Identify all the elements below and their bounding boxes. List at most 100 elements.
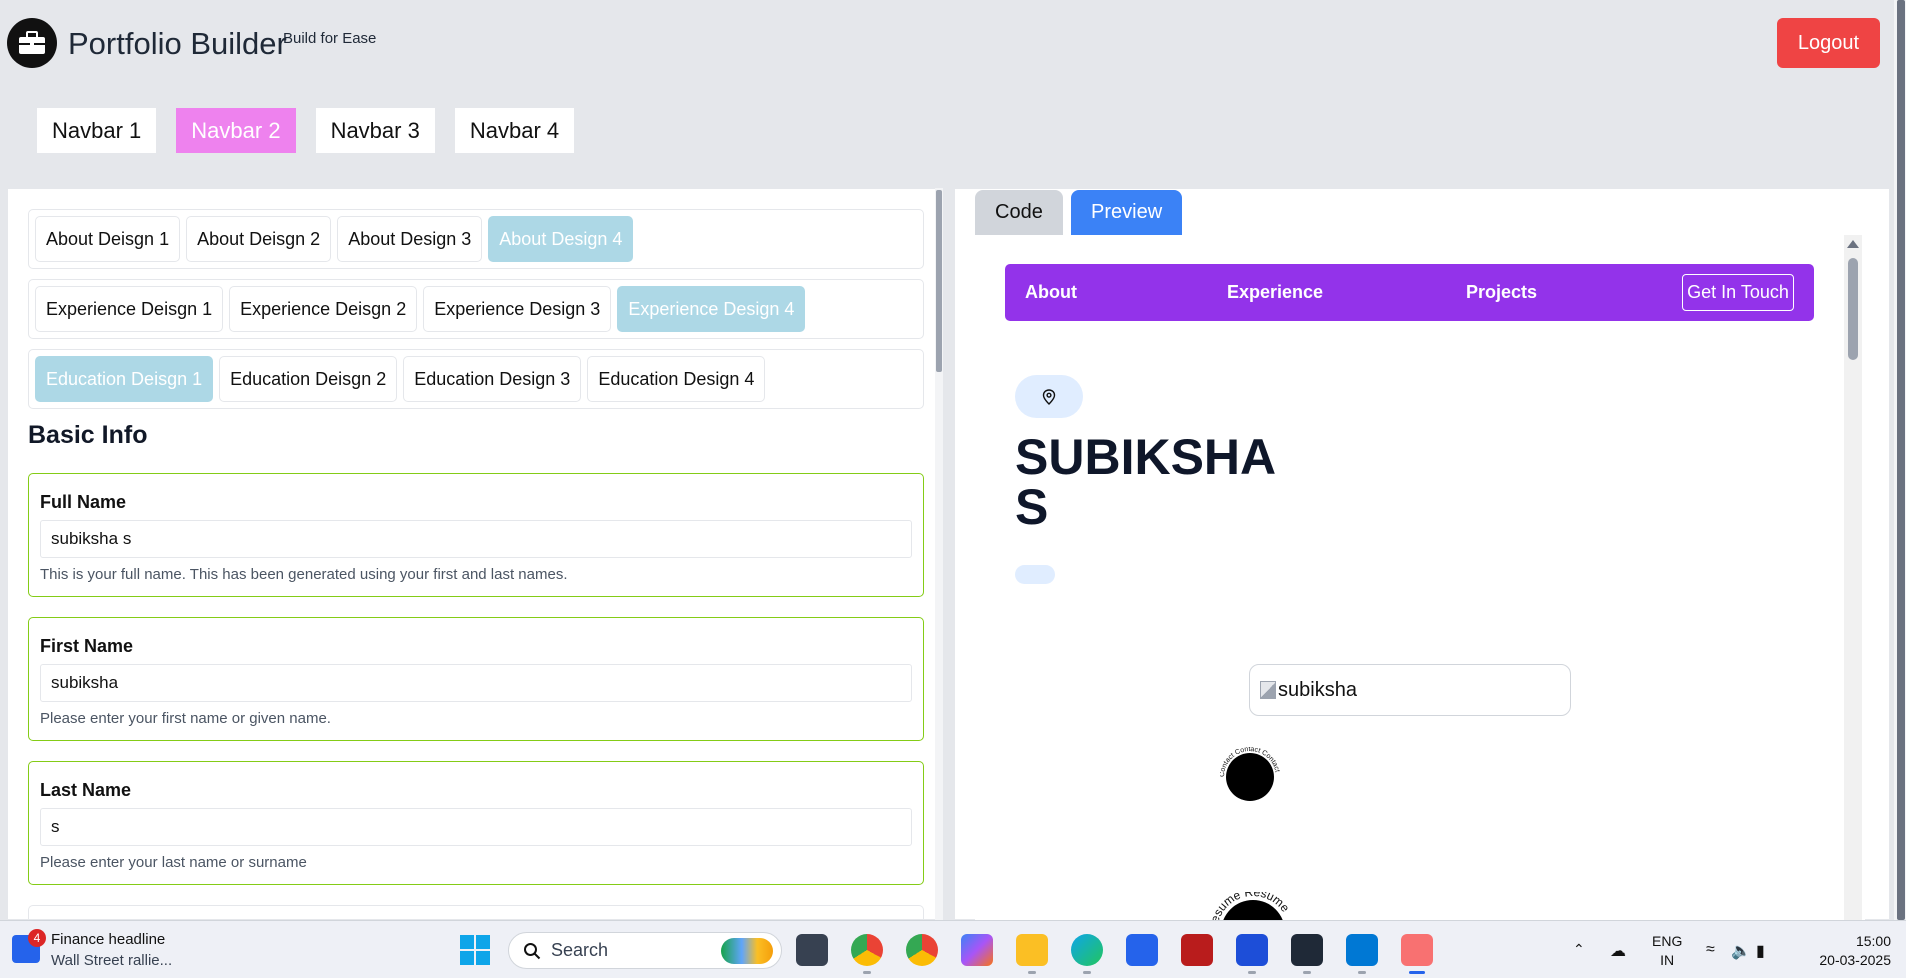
snipping-tool-active-indicator: [1409, 971, 1425, 974]
experience-design-group: Experience Deisgn 1 Experience Deisgn 2 …: [28, 279, 924, 339]
news-title[interactable]: Finance headline: [51, 931, 165, 948]
experience-design-1-button[interactable]: Experience Deisgn 1: [35, 286, 224, 332]
app-header: Portfolio Builder Build for Ease Logout …: [0, 0, 1906, 168]
taskbar-search[interactable]: Search: [508, 932, 782, 969]
onedrive-icon[interactable]: ☁: [1610, 941, 1626, 961]
experience-design-4-button[interactable]: Experience Design 4: [617, 286, 806, 332]
full-name-help: This is your full name. This has been ge…: [40, 566, 568, 583]
briefcase-logo-icon: [7, 18, 57, 68]
resume-ring-button[interactable]: Resume Resume: [1208, 892, 1298, 922]
terminal-icon[interactable]: [1291, 934, 1323, 966]
profile-image-broken: subiksha: [1249, 664, 1571, 716]
language-line-1: ENG: [1652, 933, 1683, 949]
about-design-1-button[interactable]: About Deisgn 1: [35, 216, 181, 262]
scroll-up-arrow-icon[interactable]: [1847, 240, 1859, 248]
tab-preview[interactable]: Preview: [1071, 190, 1183, 235]
broken-image-icon: [1260, 681, 1276, 699]
search-icon: [524, 942, 541, 959]
word-running-indicator: [1248, 971, 1256, 974]
about-design-2-button[interactable]: About Deisgn 2: [186, 216, 332, 262]
windows-start-icon[interactable]: [460, 935, 490, 965]
store-icon[interactable]: [1126, 934, 1158, 966]
mcafee-icon[interactable]: [1181, 934, 1213, 966]
preview-scrollbar-thumb[interactable]: [1848, 258, 1858, 360]
vscode-icon[interactable]: [1346, 934, 1378, 966]
clock-time: 15:00: [1855, 933, 1891, 949]
preview-nav-about[interactable]: About: [1025, 282, 1077, 303]
preview-nav-experience[interactable]: Experience: [1227, 282, 1323, 303]
experience-design-3-button[interactable]: Experience Design 3: [423, 286, 612, 332]
language-indicator[interactable]: ENG IN: [1652, 932, 1682, 970]
vscode-running-indicator: [1358, 971, 1366, 974]
basic-info-title: Basic Info: [28, 421, 148, 449]
volume-icon[interactable]: 🔈: [1731, 941, 1751, 961]
app-title: Portfolio Builder: [68, 26, 287, 61]
education-design-1-button[interactable]: Education Deisgn 1: [35, 356, 214, 402]
navbar-selector: Navbar 1 Navbar 2 Navbar 3 Navbar 4: [37, 108, 575, 153]
preview-tag-pill: [1015, 565, 1055, 584]
copilot-icon[interactable]: [961, 934, 993, 966]
education-design-3-button[interactable]: Education Design 3: [403, 356, 582, 402]
file-explorer-running-indicator: [1028, 971, 1036, 974]
about-design-4-button[interactable]: About Design 4: [488, 216, 634, 262]
word-icon[interactable]: [1236, 934, 1268, 966]
preview-viewport: [975, 235, 1865, 920]
edge-icon[interactable]: [1071, 934, 1103, 966]
first-name-card: First Name Please enter your first name …: [28, 617, 924, 741]
windows-taskbar: 4 Finance headline Wall Street rallie...…: [0, 920, 1906, 978]
education-design-group: Education Deisgn 1 Education Deisgn 2 Ed…: [28, 349, 924, 409]
logout-button[interactable]: Logout: [1777, 18, 1880, 68]
education-design-4-button[interactable]: Education Design 4: [587, 356, 766, 402]
experience-design-2-button[interactable]: Experience Deisgn 2: [229, 286, 418, 332]
news-subtitle[interactable]: Wall Street rallie...: [51, 952, 172, 969]
battery-icon[interactable]: ▮: [1756, 941, 1765, 961]
chevron-up-icon[interactable]: ⌃: [1573, 941, 1585, 958]
about-design-group: About Deisgn 1 About Deisgn 2 About Desi…: [28, 209, 924, 269]
task-view-icon[interactable]: [796, 934, 828, 966]
contact-ring-button[interactable]: Contact Contact Contact: [1220, 747, 1280, 807]
preview-name-heading: SUBIKSHA S: [1015, 432, 1295, 532]
first-name-help: Please enter your first name or given na…: [40, 710, 331, 727]
snipping-tool-icon[interactable]: [1401, 934, 1433, 966]
navbar-option-2[interactable]: Navbar 2: [176, 108, 296, 153]
last-name-card: Last Name Please enter your last name or…: [28, 761, 924, 885]
chrome-profile-icon[interactable]: [851, 934, 883, 966]
preview-name-line-1: SUBIKSHA: [1015, 429, 1277, 485]
chrome-icon[interactable]: [906, 934, 938, 966]
news-badge: 4: [28, 929, 46, 947]
full-name-card: Full Name This is your full name. This h…: [28, 473, 924, 597]
page-scrollbar-thumb[interactable]: [1897, 0, 1905, 920]
next-field-card: [28, 905, 924, 919]
first-name-input[interactable]: [40, 664, 912, 702]
profile-image-alt: subiksha: [1278, 678, 1357, 701]
search-highlight-icon: [721, 938, 773, 964]
full-name-input[interactable]: [40, 520, 912, 558]
language-line-2: IN: [1660, 952, 1675, 968]
wifi-icon[interactable]: ≈: [1706, 941, 1715, 959]
preview-name-line-2: S: [1015, 479, 1049, 535]
file-explorer-icon[interactable]: [1016, 934, 1048, 966]
terminal-running-indicator: [1303, 971, 1311, 974]
about-design-3-button[interactable]: About Design 3: [337, 216, 483, 262]
preview-nav-projects[interactable]: Projects: [1466, 282, 1537, 303]
clock[interactable]: 15:00 20-03-2025: [1806, 932, 1891, 970]
first-name-label: First Name: [40, 636, 134, 656]
clock-date: 20-03-2025: [1819, 952, 1891, 968]
last-name-label: Last Name: [40, 780, 132, 800]
navbar-option-3[interactable]: Navbar 3: [315, 108, 435, 153]
full-name-label: Full Name: [40, 492, 127, 512]
tab-code[interactable]: Code: [975, 190, 1063, 235]
navbar-option-1[interactable]: Navbar 1: [37, 108, 157, 153]
taskbar-search-placeholder: Search: [551, 940, 609, 960]
chrome-profile-running-indicator: [863, 971, 871, 974]
navbar-option-4[interactable]: Navbar 4: [454, 108, 575, 153]
last-name-help: Please enter your last name or surname: [40, 854, 307, 871]
editor-panel: About Deisgn 1 About Deisgn 2 About Desi…: [7, 188, 942, 920]
location-pin-icon: [1042, 388, 1056, 405]
last-name-input[interactable]: [40, 808, 912, 846]
education-design-2-button[interactable]: Education Deisgn 2: [219, 356, 398, 402]
edge-running-indicator: [1083, 971, 1091, 974]
editor-scrollbar-thumb[interactable]: [936, 190, 942, 372]
app-tagline: Build for Ease: [283, 30, 377, 47]
get-in-touch-button[interactable]: Get In Touch: [1682, 274, 1794, 311]
